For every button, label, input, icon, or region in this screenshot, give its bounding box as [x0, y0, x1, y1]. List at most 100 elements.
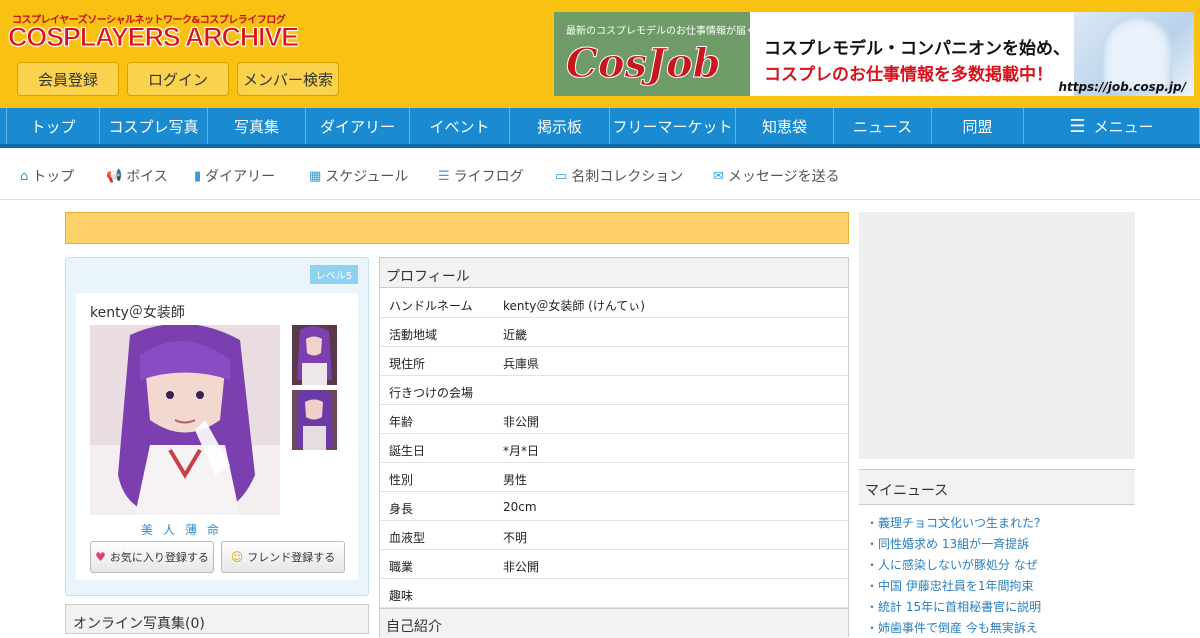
profile-row-value: *月*日 [503, 444, 540, 458]
subnav-lifelog[interactable]: ☰ ライフログ [438, 166, 524, 186]
profile-row: 職業 非公開 [380, 550, 848, 579]
banner-subheadline: コスプレのお仕事情報を多数掲載中！ [764, 65, 1053, 85]
news-link[interactable]: ・同性婚求め 13組が一斉提訴 [866, 535, 1029, 552]
nav-diary[interactable]: ダイアリー [306, 108, 410, 144]
news-link[interactable]: ・人に感染しないが豚処分 なぜ [866, 556, 1038, 573]
profile-row: 活動地域 近畿 [380, 318, 848, 347]
list-icon: ☰ [438, 168, 450, 184]
profile-row: 現住所 兵庫県 [380, 347, 848, 376]
profile-row: 行きつけの会場 [380, 376, 848, 405]
nav-events[interactable]: イベント [410, 108, 510, 144]
subnav-card-collection[interactable]: ▭ 名刺コレクション [555, 166, 683, 186]
banner-url: https://job.cosp.jp/ [1058, 80, 1186, 94]
nav-photobooks[interactable]: 写真集 [208, 108, 306, 144]
calendar-icon: ▦ [309, 168, 322, 184]
home-icon: ⌂ [20, 168, 29, 184]
main-profile-photo[interactable] [90, 325, 280, 515]
nav-chiebukuro[interactable]: 知恵袋 [736, 108, 834, 144]
profile-row: 血液型 不明 [380, 521, 848, 550]
profile-row-key: 現住所 [389, 357, 426, 371]
profile-row-value: 兵庫県 [503, 357, 540, 371]
profile-row-key: 職業 [389, 560, 414, 574]
card-icon: ▭ [555, 168, 568, 184]
nav-menu-label: メニュー [1093, 117, 1154, 136]
profile-tagline: 美人薄命 [140, 523, 229, 537]
banner-headline: コスプレモデル・コンパニオンを始め、 [764, 39, 1070, 59]
profile-row-key: 活動地域 [389, 328, 438, 342]
book-icon: ▮ [194, 168, 202, 184]
profile-row: 年齢 非公開 [380, 405, 848, 434]
add-favorite-label: お気に入り登録する [109, 551, 209, 564]
news-link[interactable]: ・義理チョコ文化いつ生まれた? [866, 514, 1040, 531]
profile-row-value: 20cm [503, 500, 537, 514]
profile-row: 身長 20cm [380, 492, 848, 521]
hamburger-icon: ☰ [1069, 115, 1086, 137]
subnav-card-collection-label: 名刺コレクション [571, 169, 684, 185]
banner-small-text: 最新のコスプレモデルのお仕事情報が届く [566, 26, 756, 37]
profile-thumbnail-2[interactable] [292, 390, 337, 450]
news-link[interactable]: ・中国 伊藤忠社員を1年間拘束 [866, 577, 1033, 594]
subnav-schedule-label: スケジュール [325, 169, 409, 185]
subnav-top[interactable]: ⌂ トップ [20, 166, 74, 186]
smiley-icon: ☺ [230, 550, 244, 564]
heart-icon: ♥ [95, 550, 106, 564]
profile-row-key: 血液型 [389, 531, 426, 545]
banner-logo: CosJob [566, 40, 722, 88]
profile-row-key: 性別 [389, 473, 414, 487]
add-favorite-button[interactable]: ♥ お気に入り登録する [90, 541, 214, 573]
profile-table: プロフィール ハンドルネーム kenty＠女装師 (けんてぃ) 活動地域 近畿現住所 兵… [379, 257, 849, 638]
news-link[interactable]: ・姉歯事件で倒産 今も無実訴え [866, 619, 1038, 636]
profile-subnav: ⌂ トップ 📢 ボイス ▮ ダイアリー ▦ スケジュール ☰ ライフログ ▭ 名… [0, 150, 1200, 200]
add-friend-button[interactable]: ☺ フレンド登録する [221, 541, 345, 573]
profile-row: 誕生日 *月*日 [380, 434, 848, 463]
subnav-schedule[interactable]: ▦ スケジュール [309, 166, 408, 186]
subnav-voice[interactable]: 📢 ボイス [106, 166, 168, 186]
notice-bar [65, 212, 849, 244]
subnav-top-label: トップ [32, 169, 75, 185]
nav-underline [0, 144, 1200, 148]
profile-title: プロフィール [380, 258, 848, 288]
register-button[interactable]: 会員登録 [17, 62, 119, 96]
profile-row-key: 趣味 [389, 589, 414, 603]
profile-row-value: 近畿 [503, 328, 528, 342]
site-logo[interactable]: COSPLAYERS ARCHIVE [8, 22, 300, 53]
profile-photo-art [90, 325, 280, 515]
profile-thumbnail-1[interactable] [292, 325, 337, 385]
profile-name: kenty＠女装師 [90, 305, 185, 321]
profile-row-value: 非公開 [503, 560, 540, 574]
subnav-diary[interactable]: ▮ ダイアリー [194, 166, 275, 186]
profile-row-value: 不明 [503, 531, 528, 545]
cosjob-banner[interactable]: 最新のコスプレモデルのお仕事情報が届く CosJob コスプレモデル・コンパニオ… [554, 12, 1194, 96]
profile-row-key: 身長 [389, 502, 414, 516]
self-intro-header: 自己紹介 [380, 608, 848, 638]
thumbnail-art-1 [292, 325, 337, 385]
nav-bbs[interactable]: 掲示板 [510, 108, 610, 144]
subnav-diary-label: ダイアリー [205, 169, 276, 185]
news-link[interactable]: ・統計 15年に首相秘書官に説明 [866, 598, 1041, 615]
level-badge: レベル5 [310, 265, 358, 284]
profile-row: 性別 男性 [380, 463, 848, 492]
login-button[interactable]: ログイン [127, 62, 229, 96]
envelope-icon: ✉ [713, 168, 724, 184]
site-header: コスプレイヤーズソーシャルネットワーク&コスプレライフログ COSPLAYERS… [0, 0, 1200, 108]
nav-news[interactable]: ニュース [834, 108, 932, 144]
member-search-button[interactable]: メンバー検索 [237, 62, 339, 96]
nav-flea-market[interactable]: フリーマーケット [610, 108, 736, 144]
profile-row-key: 行きつけの会場 [389, 386, 474, 400]
mynews-header: マイニュース [859, 469, 1135, 505]
subnav-voice-label: ボイス [126, 169, 168, 185]
add-friend-label: フレンド登録する [247, 551, 336, 564]
nav-cosplay-photos[interactable]: コスプレ写真 [100, 108, 208, 144]
thumbnail-art-2 [292, 390, 337, 450]
nav-top[interactable]: トップ [6, 108, 100, 144]
main-nav: トップ コスプレ写真 写真集 ダイアリー イベント 掲示板 フリーマーケット 知… [0, 108, 1200, 148]
subnav-lifelog-label: ライフログ [453, 169, 524, 185]
megaphone-icon: 📢 [106, 168, 123, 184]
subnav-send-message[interactable]: ✉ メッセージを送る [713, 166, 840, 186]
profile-row-key: 年齢 [389, 415, 414, 429]
nav-menu[interactable]: ☰ メニュー [1024, 108, 1200, 144]
profile-row-value: kenty＠女装師 (けんてぃ) [503, 299, 645, 313]
profile-row: ハンドルネーム kenty＠女装師 (けんてぃ) [380, 289, 848, 318]
nav-alliance[interactable]: 同盟 [932, 108, 1024, 144]
profile-row-value: 非公開 [503, 415, 540, 429]
